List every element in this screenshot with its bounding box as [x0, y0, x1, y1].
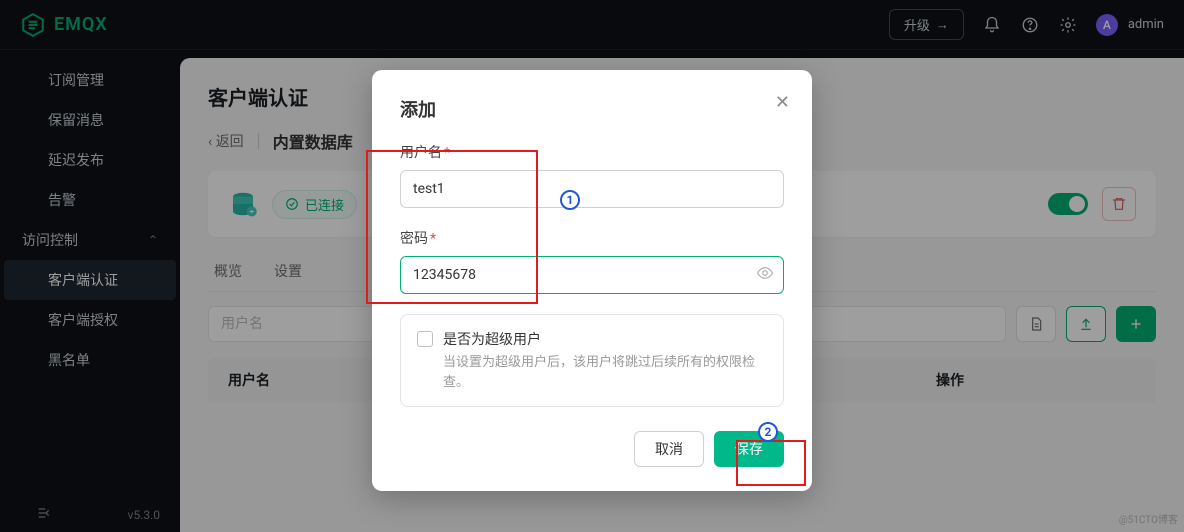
cancel-button[interactable]: 取消 — [634, 431, 704, 467]
superuser-desc: 当设置为超级用户后，该用户将跳过后续所有的权限检查。 — [443, 353, 767, 392]
save-button[interactable]: 保存 — [714, 431, 784, 467]
username-field[interactable] — [400, 170, 784, 208]
superuser-title: 是否为超级用户 — [443, 329, 767, 349]
superuser-checkbox[interactable] — [417, 331, 433, 347]
superuser-box: 是否为超级用户 当设置为超级用户后，该用户将跳过后续所有的权限检查。 — [400, 314, 784, 407]
close-icon[interactable]: ✕ — [775, 92, 790, 113]
eye-icon[interactable] — [756, 264, 774, 286]
username-label: 用户名* — [400, 142, 784, 162]
add-user-modal: 添加 ✕ 用户名* 密码* 是否为超级用户 当设置为超级用户后，该用户将跳过后续… — [372, 70, 812, 491]
modal-title: 添加 — [400, 96, 784, 122]
password-field[interactable] — [400, 256, 784, 294]
modal-overlay: 添加 ✕ 用户名* 密码* 是否为超级用户 当设置为超级用户后，该用户将跳过后续… — [0, 0, 1184, 532]
password-label: 密码* — [400, 228, 784, 248]
